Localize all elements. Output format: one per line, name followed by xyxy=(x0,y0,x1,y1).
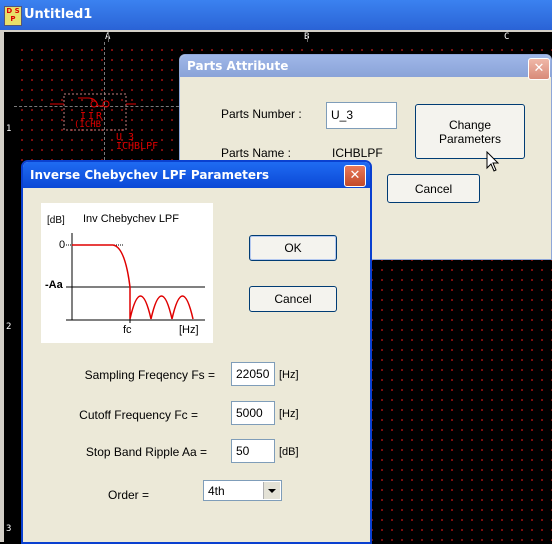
part-block-sublabel: (ICHB xyxy=(74,120,102,130)
ruler-divider xyxy=(108,32,109,42)
window-title: Untitled1 xyxy=(24,7,93,22)
lpf-cancel-button[interactable]: Cancel xyxy=(249,286,337,312)
response-curve-plot xyxy=(66,233,205,323)
chevron-down-icon xyxy=(268,489,276,493)
ruler-divider xyxy=(307,32,308,42)
dropdown-arrow-button[interactable] xyxy=(263,482,280,499)
sampling-frequency-label: Sampling Freqency Fs = xyxy=(84,368,215,382)
dsp-app-icon[interactable]: D S P xyxy=(4,6,22,26)
ok-button[interactable]: OK xyxy=(249,235,337,261)
parts-name-value: ICHBLPF xyxy=(332,146,383,160)
lpf-parameters-dialog: Inverse Chebychev LPF Parameters ✕ [dB] … xyxy=(21,160,372,544)
cutoff-frequency-unit: [Hz] xyxy=(279,408,299,420)
main-window-titlebar: D S P Untitled1 xyxy=(0,0,552,30)
parts-cancel-button[interactable]: Cancel xyxy=(387,174,480,203)
response-curve-line xyxy=(72,244,194,320)
ruler-row-1: 1 xyxy=(6,124,12,134)
parts-attribute-title: Parts Attribute xyxy=(187,59,289,73)
cutoff-frequency-input[interactable]: 5000 xyxy=(231,401,275,425)
change-parameters-button[interactable]: Change Parameters xyxy=(415,104,525,159)
order-selected-value: 4th xyxy=(208,484,225,498)
lpf-parameters-titlebar: Inverse Chebychev LPF Parameters xyxy=(23,162,370,188)
sampling-frequency-unit: [Hz] xyxy=(279,369,299,381)
parts-name-label: Parts Name : xyxy=(221,146,292,160)
lpf-parameters-title: Inverse Chebychev LPF Parameters xyxy=(30,168,270,182)
parts-attribute-titlebar: Parts Attribute xyxy=(180,55,551,77)
filter-response-diagram: [dB] Inv Chebychev LPF 0 -Aa fc [Hz] xyxy=(41,203,213,343)
ruler-row-3: 3 xyxy=(6,524,12,534)
schematic-part-u3[interactable]: IIR (ICHB U_3 ICHBLPF xyxy=(50,92,186,154)
close-icon[interactable]: ✕ xyxy=(528,58,550,80)
parts-number-input[interactable]: U_3 xyxy=(326,102,397,129)
ruler-row-2: 2 xyxy=(6,322,12,332)
cutoff-frequency-label: Cutoff Frequency Fc = xyxy=(79,408,198,422)
close-icon[interactable]: ✕ xyxy=(344,165,366,187)
stop-band-ripple-unit: [dB] xyxy=(279,446,299,458)
part-type-label: ICHBLPF xyxy=(116,141,159,152)
order-select[interactable]: 4th xyxy=(203,480,282,501)
parts-number-label: Parts Number : xyxy=(221,107,302,121)
mouse-cursor-icon xyxy=(486,151,500,172)
sampling-frequency-input[interactable]: 22050 xyxy=(231,362,275,386)
ruler-column-c: C xyxy=(504,32,510,42)
stop-band-ripple-input[interactable]: 50 xyxy=(231,439,275,463)
stop-band-ripple-label: Stop Band Ripple Aa = xyxy=(85,445,207,459)
order-label: Order = xyxy=(108,488,150,502)
row-ruler: 1 2 3 xyxy=(4,42,14,542)
column-ruler: A B C xyxy=(4,32,552,42)
